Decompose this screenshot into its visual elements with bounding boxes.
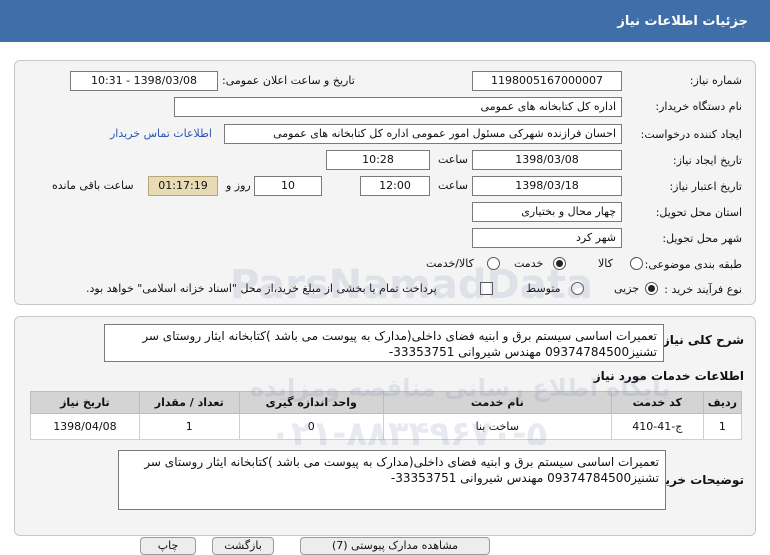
process-medium-label: متوسط (526, 282, 561, 295)
validity-time-field: 12:00 (360, 176, 430, 196)
attachments-button[interactable]: مشاهده مدارک پیوستی (7) (300, 537, 490, 555)
cell-row: 1 (702, 413, 743, 440)
remaining-time-field: 01:17:19 (148, 176, 218, 196)
cell-date: 1398/04/08 (30, 413, 140, 440)
treasury-note: پرداخت تمام یا بخشی از مبلغ خرید،از محل … (86, 282, 437, 295)
validity-label: تاریخ اعتبار نیاز: (669, 180, 742, 193)
remaining-days-field: 10 (254, 176, 322, 196)
page-header: جزئیات اطلاعات نیاز (0, 0, 770, 42)
category-service-radio[interactable] (553, 257, 566, 270)
validity-date-field: 1398/03/18 (472, 176, 622, 196)
created-date-field: 1398/03/08 (472, 150, 622, 170)
table-header-row: ردیف کد خدمت نام خدمت واحد اندازه گیری ت… (30, 391, 743, 414)
col-date: تاریخ نیاز (30, 391, 140, 414)
col-unit: واحد اندازه گیری (238, 391, 384, 414)
category-both-label: کالا/خدمت (426, 257, 474, 270)
category-goods-radio[interactable] (630, 257, 643, 270)
cell-unit: 0 (238, 413, 384, 440)
remaining-label: ساعت باقی مانده (52, 179, 134, 192)
province-field: چهار محال و بختیاری (472, 202, 622, 222)
process-label: نوع فرآیند خرید : (664, 283, 742, 296)
category-service-label: خدمت (514, 257, 544, 270)
process-medium-radio[interactable] (571, 282, 584, 295)
table-row: 1 ج-41-410 ساخت بنا 0 1 1398/04/08 (30, 413, 743, 440)
cell-name: ساخت بنا (382, 413, 612, 440)
need-number-label: شماره نیاز: (689, 74, 742, 87)
buyer-contact-link[interactable]: اطلاعات تماس خریدار (110, 127, 212, 140)
page-title: جزئیات اطلاعات نیاز (617, 13, 748, 29)
col-code: کد خدمت (610, 391, 704, 414)
created-time-label: ساعت (438, 153, 468, 166)
province-label: استان محل تحویل: (655, 206, 742, 219)
buyer-field: اداره کل کتابخانه های عمومی (174, 97, 622, 117)
days-label: روز و (226, 179, 251, 192)
back-button[interactable]: بازگشت (212, 537, 274, 555)
summary-text: تعمیرات اساسی سیستم برق و ابنیه فضای داخ… (104, 324, 664, 362)
validity-time-label: ساعت (438, 179, 468, 192)
cell-code: ج-41-410 (610, 413, 704, 440)
process-minor-radio[interactable] (645, 282, 658, 295)
col-row: ردیف (702, 391, 743, 414)
announce-field: 1398/03/08 - 10:31 (70, 71, 218, 91)
description-text: تعمیرات اساسی سیستم برق و ابنیه فضای داخ… (118, 450, 666, 510)
need-number-field: 1198005167000007 (472, 71, 622, 91)
col-name: نام خدمت (382, 391, 612, 414)
announce-label: تاریخ و ساعت اعلان عمومی: (222, 74, 355, 87)
services-table: ردیف کد خدمت نام خدمت واحد اندازه گیری ت… (30, 391, 743, 440)
created-label: تاریخ ایجاد نیاز: (672, 154, 742, 167)
treasury-checkbox[interactable] (480, 282, 493, 295)
category-label: طبقه بندی موضوعی: (644, 258, 742, 271)
category-goods-label: کالا (598, 257, 613, 270)
requester-field: احسان فرازنده شهرکی مسئول امور عمومی ادا… (224, 124, 622, 144)
city-label: شهر محل تحویل: (662, 232, 742, 245)
created-time-field: 10:28 (326, 150, 430, 170)
category-both-radio[interactable] (487, 257, 500, 270)
summary-label: شرح کلی نیاز: (658, 333, 744, 347)
buyer-label: نام دستگاه خریدار: (655, 100, 742, 113)
process-minor-label: جزیی (614, 282, 640, 295)
col-qty: تعداد / مقدار (138, 391, 240, 414)
requester-label: ایجاد کننده درخواست: (640, 128, 742, 141)
city-field: شهر کرد (472, 228, 622, 248)
print-button[interactable]: چاپ (140, 537, 196, 555)
services-title: اطلاعات خدمات مورد نیاز (593, 369, 744, 383)
cell-qty: 1 (138, 413, 240, 440)
